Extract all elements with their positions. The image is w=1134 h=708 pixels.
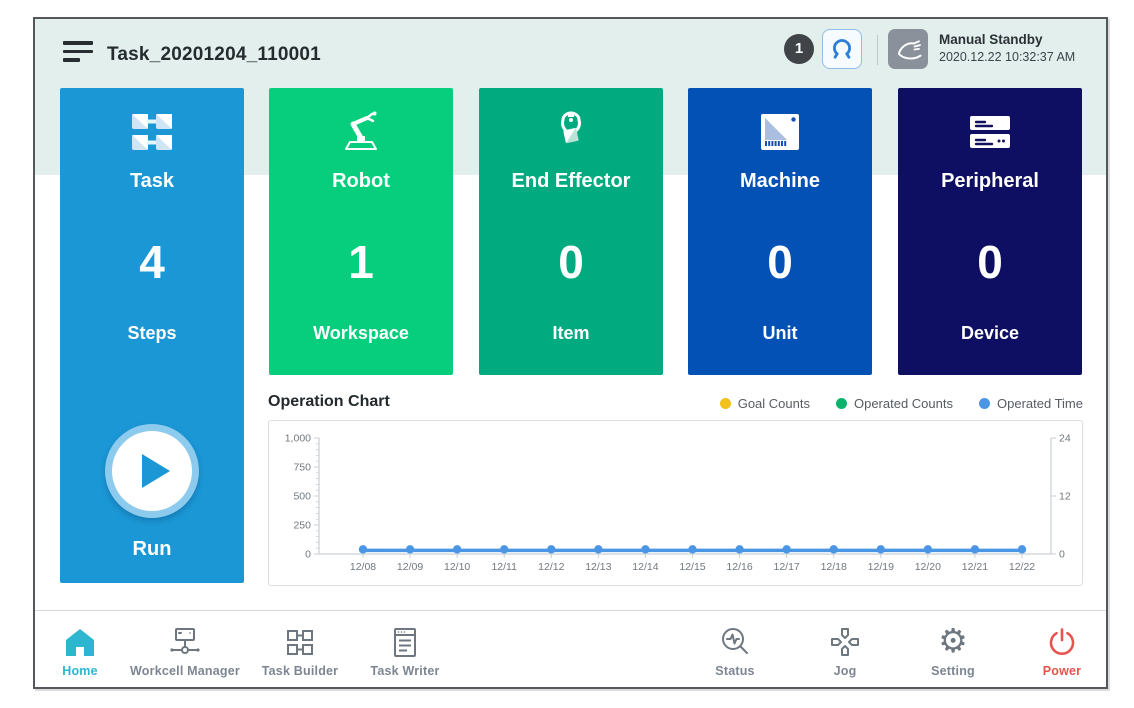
nav-power[interactable]: Power (987, 621, 1134, 678)
manual-mode-button[interactable] (888, 29, 928, 69)
legend-goal-counts: Goal Counts (720, 396, 810, 411)
gripper-tool-icon (479, 108, 663, 156)
card-value: 4 (60, 237, 244, 287)
card-title: End Effector (479, 170, 663, 193)
peripheral-server-icon (898, 108, 1082, 156)
card-title: Peripheral (898, 170, 1082, 193)
operated-time-dot-icon (979, 398, 990, 409)
machine-icon (688, 108, 872, 156)
nav-divider (35, 610, 1106, 611)
notification-count-badge: 1 (784, 34, 814, 64)
run-button-area: Run (60, 424, 244, 561)
svg-text:12/18: 12/18 (821, 561, 847, 573)
svg-text:0: 0 (1059, 549, 1065, 561)
setting-gear-icon: ⚙ (938, 623, 968, 659)
svg-text:12/11: 12/11 (491, 561, 517, 573)
goal-counts-dot-icon (720, 398, 731, 409)
card-task[interactable]: Task 4 Steps Run (60, 88, 244, 583)
card-unit: Item (479, 323, 663, 344)
jog-icon (828, 625, 862, 659)
svg-text:12/17: 12/17 (774, 561, 800, 573)
svg-text:0: 0 (305, 549, 311, 561)
operation-chart: 0 250 500 750 1,000 0 12 24 12/08 12/09 12/10 12/11… (268, 420, 1083, 586)
card-value: 0 (898, 237, 1082, 287)
card-robot[interactable]: Robot 1 Workspace (269, 88, 453, 375)
card-value: 0 (688, 237, 872, 287)
play-icon (142, 454, 170, 488)
chart-title: Operation Chart (268, 393, 390, 411)
card-unit: Unit (688, 323, 872, 344)
workcell-manager-icon (168, 625, 202, 659)
svg-text:12/09: 12/09 (397, 561, 423, 573)
legend-operated-time: Operated Time (979, 396, 1083, 411)
svg-text:12/20: 12/20 (915, 561, 941, 573)
card-title: Machine (688, 170, 872, 193)
svg-text:750: 750 (293, 462, 311, 474)
legend-operated-counts: Operated Counts (836, 396, 953, 411)
run-button[interactable] (105, 424, 199, 518)
chart-legend: Goal Counts Operated Counts Operated Tim… (720, 396, 1083, 411)
power-icon (1045, 625, 1079, 659)
card-peripheral[interactable]: Peripheral 0 Device (898, 88, 1082, 375)
svg-text:12/10: 12/10 (444, 561, 470, 573)
svg-text:12/12: 12/12 (538, 561, 564, 573)
run-label: Run (60, 538, 244, 561)
task-steps-icon (60, 108, 244, 156)
status-icon (718, 625, 752, 659)
gripper-tool-button[interactable] (822, 29, 862, 69)
hamburger-menu-button[interactable] (63, 41, 95, 69)
card-unit: Steps (60, 323, 244, 344)
svg-text:12/08: 12/08 (350, 561, 376, 573)
operated-counts-dot-icon (836, 398, 847, 409)
app-screen: Task_20201204_110001 1 Manual Standby 20… (33, 17, 1108, 689)
svg-text:12/14: 12/14 (632, 561, 658, 573)
card-title: Robot (269, 170, 453, 193)
task-builder-icon (283, 625, 317, 659)
svg-text:12: 12 (1059, 491, 1071, 503)
card-end-effector[interactable]: End Effector 0 Item (479, 88, 663, 375)
card-value: 0 (479, 237, 663, 287)
gripper-icon (829, 36, 855, 62)
card-machine[interactable]: Machine 0 Unit (688, 88, 872, 375)
page-title: Task_20201204_110001 (107, 44, 321, 66)
svg-text:12/19: 12/19 (868, 561, 894, 573)
svg-text:24: 24 (1059, 433, 1071, 445)
header-divider (877, 35, 878, 65)
svg-text:12/15: 12/15 (679, 561, 705, 573)
card-unit: Workspace (269, 323, 453, 344)
robot-mode-status: Manual Standby 2020.12.22 10:32:37 AM (939, 32, 1075, 64)
operation-chart-plot: 0 250 500 750 1,000 0 12 24 12/08 12/09 12/10 12/11… (269, 421, 1082, 585)
card-title: Task (60, 170, 244, 193)
svg-text:1,000: 1,000 (285, 433, 311, 445)
hamburger-icon (63, 41, 93, 45)
hand-gesture-icon (894, 35, 922, 63)
timestamp: 2020.12.22 10:32:37 AM (939, 50, 1075, 64)
nav-task-writer[interactable]: Task Writer (330, 621, 480, 678)
card-unit: Device (898, 323, 1082, 344)
svg-text:12/22: 12/22 (1009, 561, 1035, 573)
svg-text:12/13: 12/13 (585, 561, 611, 573)
robot-arm-icon (269, 108, 453, 156)
svg-text:250: 250 (293, 520, 311, 532)
svg-text:500: 500 (293, 491, 311, 503)
card-value: 1 (269, 237, 453, 287)
svg-text:12/16: 12/16 (726, 561, 752, 573)
svg-text:12/21: 12/21 (962, 561, 988, 573)
task-writer-icon (388, 625, 422, 659)
mode-label: Manual Standby (939, 32, 1075, 47)
home-icon (63, 625, 97, 659)
